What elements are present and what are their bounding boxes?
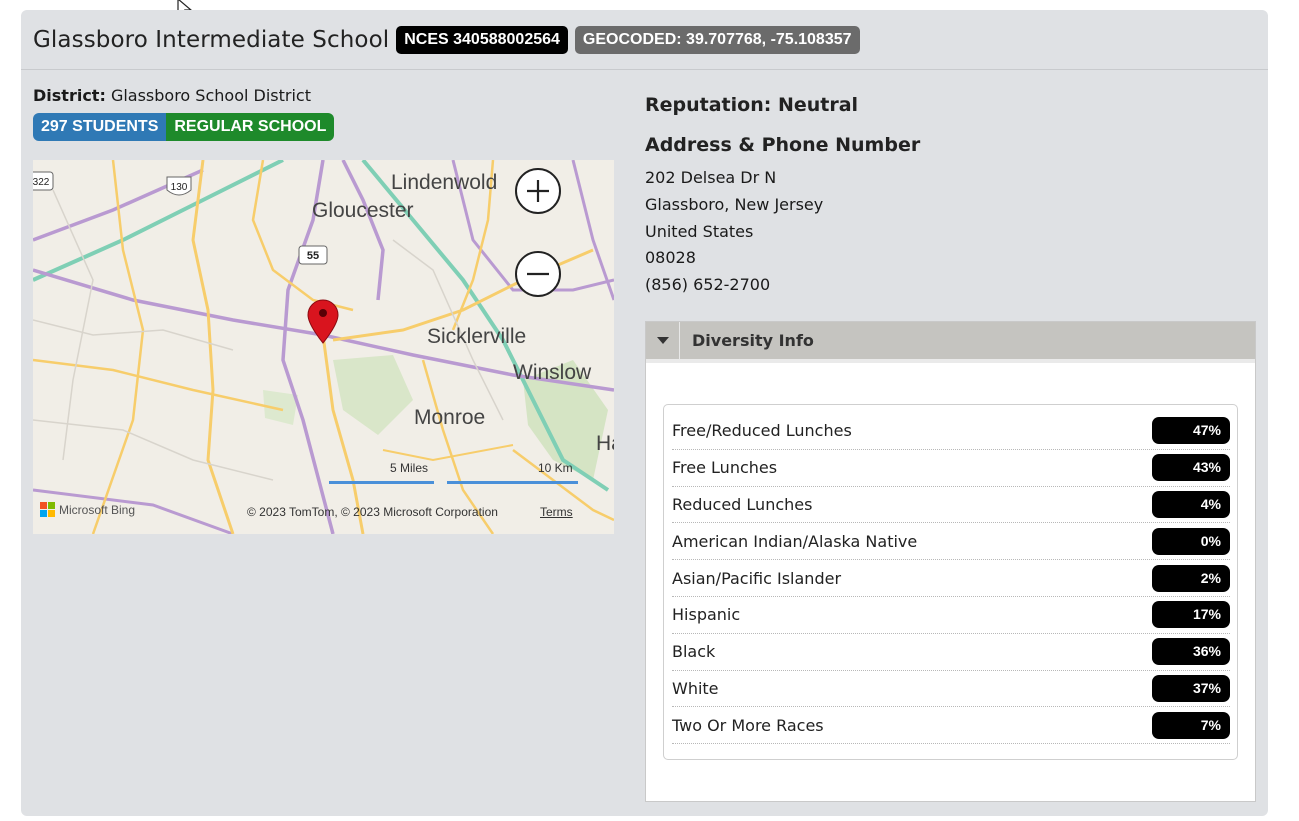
scale-km-label: 10 Km: [538, 461, 573, 475]
reputation-line: Reputation: Neutral: [645, 94, 1256, 116]
stat-row: Hispanic 17%: [672, 597, 1230, 634]
stat-label: Free Lunches: [672, 458, 778, 478]
stat-label: Asian/Pacific Islander: [672, 568, 842, 588]
stat-label: Black: [672, 642, 716, 662]
bing-logo[interactable]: Microsoft Bing: [40, 502, 135, 517]
stat-row: White 37%: [672, 671, 1230, 708]
stat-row: Asian/Pacific Islander 2%: [672, 560, 1230, 597]
stat-row: Free Lunches 43%: [672, 450, 1230, 487]
zoom-out-button[interactable]: [515, 251, 561, 297]
stat-label: Hispanic: [672, 605, 741, 625]
stat-row: Two Or More Races 7%: [672, 707, 1230, 745]
microsoft-logo-icon: [40, 502, 55, 517]
stat-row: Black 36%: [672, 634, 1230, 671]
stat-percentage-badge: 43%: [1152, 454, 1230, 482]
map-provider-label: Microsoft Bing: [59, 502, 136, 517]
left-column: District: Glassboro School District 297 …: [33, 86, 615, 534]
minus-icon: [527, 272, 549, 276]
diversity-accordion: Diversity Info Free/Reduced Lunches 47% …: [645, 320, 1256, 803]
phone-number: (856) 652-2700: [645, 275, 771, 295]
stat-label: Reduced Lunches: [672, 494, 813, 514]
stat-percentage-badge: 36%: [1152, 638, 1230, 666]
address-street: 202 Delsea Dr N: [645, 168, 777, 187]
svg-text:322: 322: [33, 177, 50, 188]
stat-label: White: [672, 678, 719, 698]
svg-text:55: 55: [307, 250, 319, 262]
route-322-shield: 322: [33, 171, 54, 191]
stat-label: Free/Reduced Lunches: [672, 421, 852, 441]
geocoded-badge: GEOCODED: 39.707768, -75.108357: [574, 25, 860, 54]
stat-label: Two Or More Races: [672, 715, 824, 735]
school-panel: Glassboro Intermediate School NCES 34058…: [21, 10, 1268, 816]
district-label: District:: [33, 86, 106, 105]
route-55-shield: 55: [298, 245, 328, 265]
map-copyright: © 2023 TomTom, © 2023 Microsoft Corporat…: [247, 505, 498, 519]
diversity-body: Free/Reduced Lunches 47% Free Lunches 43…: [646, 358, 1255, 801]
stat-percentage-badge: 4%: [1152, 490, 1230, 518]
scale-bar-km: [447, 481, 578, 484]
address-city-state: Glassboro, New Jersey: [645, 194, 824, 214]
map-place-label: Gloucester: [312, 199, 414, 222]
plus-icon: [527, 180, 549, 202]
map-place-label: Monroe: [414, 406, 486, 429]
stat-row: Reduced Lunches 4%: [672, 487, 1230, 524]
address-zip: 08028: [645, 248, 696, 268]
map-place-label: Lindenwold: [391, 171, 498, 194]
address-heading: Address & Phone Number: [645, 134, 921, 156]
stat-percentage-badge: 37%: [1152, 674, 1230, 702]
zoom-in-button[interactable]: [515, 168, 561, 214]
caret-down-icon: [656, 337, 669, 345]
students-badge: 297 STUDENTS: [33, 113, 167, 141]
right-column: Reputation: Neutral Address & Phone Numb…: [645, 94, 1256, 803]
school-map[interactable]: 322 130 55 Lindenwold Gloucester Sickler…: [33, 160, 614, 534]
stat-percentage-badge: 47%: [1152, 417, 1230, 445]
reputation-value: Neutral: [777, 94, 859, 116]
stat-percentage-badge: 7%: [1152, 711, 1230, 739]
svg-text:130: 130: [171, 182, 188, 193]
address-country: United States: [645, 221, 754, 241]
map-place-label: Winslow: [513, 361, 592, 384]
reputation-label: Reputation:: [645, 94, 772, 116]
map-place-label: Ha: [596, 432, 614, 455]
map-place-label: Sicklerville: [427, 325, 527, 348]
stat-row: Free/Reduced Lunches 47%: [672, 413, 1230, 450]
district-line: District: Glassboro School District: [33, 86, 615, 105]
stat-row: American Indian/Alaska Native 0%: [672, 523, 1230, 561]
scale-bar-miles: [329, 481, 434, 484]
scale-miles-label: 5 Miles: [390, 461, 429, 475]
diversity-accordion-header[interactable]: Diversity Info: [646, 321, 1255, 359]
stat-percentage-badge: 17%: [1152, 601, 1230, 629]
school-type-badge: REGULAR SCHOOL: [166, 113, 335, 141]
stat-percentage-badge: 0%: [1152, 527, 1230, 555]
stat-label: American Indian/Alaska Native: [672, 531, 918, 551]
diversity-title: Diversity Info: [692, 330, 814, 350]
stat-percentage-badge: 2%: [1152, 564, 1230, 592]
accordion-toggle[interactable]: [646, 321, 680, 359]
school-name: Glassboro Intermediate School: [33, 26, 390, 53]
map-terms-link[interactable]: Terms: [540, 505, 573, 519]
nces-badge: NCES 340588002564: [396, 25, 568, 54]
route-130-shield: 130: [166, 176, 192, 196]
school-tags: 297 STUDENTS REGULAR SCHOOL: [33, 113, 615, 141]
diversity-stats-list: Free/Reduced Lunches 47% Free Lunches 43…: [663, 403, 1238, 761]
panel-header: Glassboro Intermediate School NCES 34058…: [21, 10, 1268, 70]
district-value: Glassboro School District: [110, 86, 311, 105]
